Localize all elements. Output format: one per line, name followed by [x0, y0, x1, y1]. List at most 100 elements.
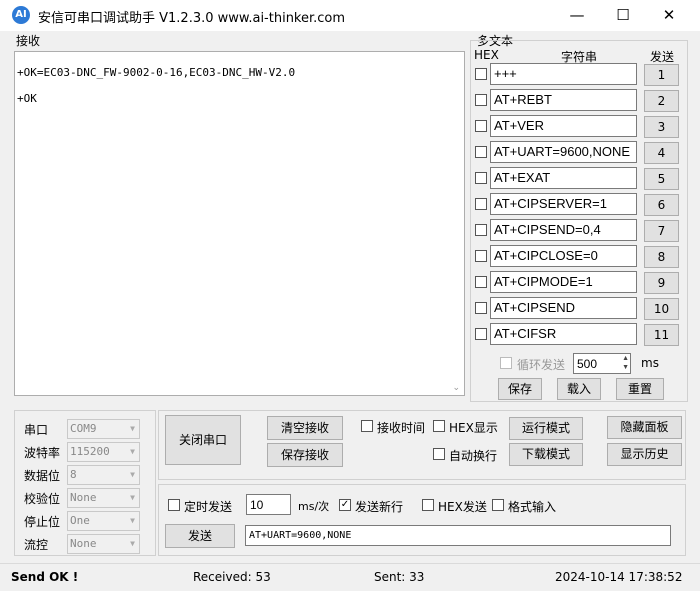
port-setting-select[interactable]: None ▼ [67, 534, 140, 554]
app-logo-icon: AI [12, 6, 30, 24]
spin-arrows-icon[interactable]: ▲ ▼ [622, 354, 629, 372]
format-input-checkbox[interactable] [492, 499, 504, 511]
close-port-button[interactable]: 关闭串口 [165, 415, 241, 465]
chevron-down-icon: ▼ [130, 470, 135, 479]
multitext-hex-checkbox[interactable] [475, 328, 487, 340]
multitext-input[interactable]: AT+VER [490, 115, 637, 137]
send-text-input[interactable]: AT+UART=9600,NONE [245, 525, 671, 546]
auto-newline-checkbox[interactable] [433, 448, 445, 460]
hex-column-header: HEX [474, 48, 499, 62]
auto-newline-label: 自动换行 [449, 449, 498, 463]
loop-send-checkbox[interactable] [500, 357, 512, 369]
multitext-input[interactable]: AT+CIPCLOSE=0 [490, 245, 637, 267]
send-interval-input[interactable]: 10 [246, 494, 291, 515]
chevron-down-icon: ▼ [130, 493, 135, 502]
load-button[interactable]: 载入 [557, 378, 601, 400]
receive-time-label: 接收时间 [377, 421, 426, 435]
multitext-hex-checkbox[interactable] [475, 250, 487, 262]
multitext-send-button[interactable]: 9 [644, 272, 679, 294]
send-button[interactable]: 发送 [165, 524, 235, 548]
hide-panel-button[interactable]: 隐藏面板 [607, 416, 682, 439]
port-setting-select[interactable]: COM9 ▼ [67, 419, 140, 439]
port-setting-value: None [70, 537, 97, 550]
port-setting-label: 流控 [24, 538, 49, 552]
chevron-down-icon: ▼ [130, 516, 135, 525]
port-setting-label: 数据位 [24, 469, 61, 483]
send-status: Send OK ! [11, 570, 79, 584]
window-title: 安信可串口调试助手 V1.2.3.0 www.ai-thinker.com [38, 11, 346, 26]
hex-display-label: HEX显示 [449, 421, 498, 435]
multitext-input[interactable]: AT+CIPSERVER=1 [490, 193, 637, 215]
timed-send-checkbox[interactable] [168, 499, 180, 511]
multitext-send-button[interactable]: 2 [644, 90, 679, 112]
multitext-hex-checkbox[interactable] [475, 276, 487, 288]
receive-time-checkbox[interactable] [361, 420, 373, 432]
multitext-hex-checkbox[interactable] [475, 224, 487, 236]
multitext-input[interactable]: AT+REBT [490, 89, 637, 111]
send-newline-checkbox[interactable]: ✓ [339, 499, 351, 511]
multitext-input[interactable]: AT+EXAT [490, 167, 637, 189]
multitext-input[interactable]: +++ [490, 63, 637, 85]
download-mode-button[interactable]: 下载模式 [509, 443, 583, 466]
port-setting-value: None [70, 491, 97, 504]
loop-send-label: 循环发送 [517, 358, 566, 372]
scroll-down-arrow[interactable]: ⌄ [452, 383, 460, 393]
port-setting-value: 8 [70, 468, 77, 481]
hex-display-checkbox[interactable] [433, 420, 445, 432]
multitext-input[interactable]: AT+CIPMODE=1 [490, 271, 637, 293]
reset-button[interactable]: 重置 [616, 378, 664, 400]
port-setting-label: 校验位 [24, 492, 61, 506]
port-setting-select[interactable]: None ▼ [67, 488, 140, 508]
multitext-input[interactable]: AT+UART=9600,NONE [490, 141, 637, 163]
chevron-down-icon: ▼ [130, 447, 135, 456]
multitext-hex-checkbox[interactable] [475, 94, 487, 106]
multitext-hex-checkbox[interactable] [475, 146, 487, 158]
close-button[interactable]: ✕ [646, 0, 692, 31]
multitext-hex-checkbox[interactable] [475, 120, 487, 132]
sent-count: Sent: 33 [374, 570, 425, 584]
title-bar: AI 安信可串口调试助手 V1.2.3.0 www.ai-thinker.com… [0, 0, 700, 31]
multitext-hex-checkbox[interactable] [475, 68, 487, 80]
save-button[interactable]: 保存 [498, 378, 542, 400]
multitext-send-button[interactable]: 8 [644, 246, 679, 268]
port-setting-label: 波特率 [24, 446, 61, 460]
clock-time: 2024-10-14 17:38:52 [555, 570, 683, 584]
run-mode-button[interactable]: 运行模式 [509, 417, 583, 440]
multitext-send-button[interactable]: 11 [644, 324, 679, 346]
multitext-hex-checkbox[interactable] [475, 302, 487, 314]
multitext-send-button[interactable]: 4 [644, 142, 679, 164]
multitext-send-button[interactable]: 10 [644, 298, 679, 320]
multitext-send-button[interactable]: 7 [644, 220, 679, 242]
chevron-down-icon: ▼ [130, 539, 135, 548]
maximize-button[interactable]: ☐ [600, 0, 646, 31]
port-setting-value: COM9 [70, 422, 97, 435]
multitext-input[interactable]: AT+CIPSEND [490, 297, 637, 319]
save-receive-button[interactable]: 保存接收 [267, 443, 343, 467]
chevron-down-icon: ▼ [130, 424, 135, 433]
show-history-button[interactable]: 显示历史 [607, 443, 682, 466]
port-setting-select[interactable]: 115200 ▼ [67, 442, 140, 462]
loop-interval-input[interactable]: 500 ▲ ▼ [573, 353, 631, 374]
multitext-send-button[interactable]: 5 [644, 168, 679, 190]
multitext-hex-checkbox[interactable] [475, 198, 487, 210]
clear-receive-button[interactable]: 清空接收 [267, 416, 343, 440]
loop-interval-value: 500 [577, 357, 598, 371]
receive-textarea[interactable]: +OK=EC03-DNC_FW-9002-0-16,EC03-DNC_HW-V2… [14, 51, 465, 396]
port-setting-value: 115200 [70, 445, 110, 458]
multitext-input[interactable]: AT+CIPSEND=0,4 [490, 219, 637, 241]
timed-send-label: 定时发送 [184, 500, 233, 514]
multitext-send-button[interactable]: 1 [644, 64, 679, 86]
hex-send-checkbox[interactable] [422, 499, 434, 511]
multitext-hex-checkbox[interactable] [475, 172, 487, 184]
format-input-label: 格式输入 [508, 500, 557, 514]
hex-send-label: HEX发送 [438, 500, 487, 514]
port-setting-select[interactable]: One ▼ [67, 511, 140, 531]
port-setting-label: 停止位 [24, 515, 61, 529]
minimize-button[interactable]: — [554, 0, 600, 31]
multitext-input[interactable]: AT+CIFSR [490, 323, 637, 345]
multitext-send-button[interactable]: 6 [644, 194, 679, 216]
port-setting-select[interactable]: 8 ▼ [67, 465, 140, 485]
multitext-send-button[interactable]: 3 [644, 116, 679, 138]
received-count: Received: 53 [193, 570, 271, 584]
send-column-header: 发送 [650, 50, 675, 64]
